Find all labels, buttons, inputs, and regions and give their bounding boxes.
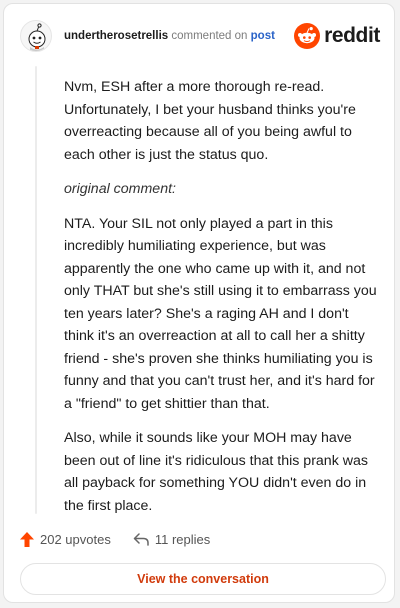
replies-stat[interactable]: 11 replies [133,532,210,547]
upvote-count: 202 upvotes [40,531,111,547]
post-link[interactable]: post [251,30,275,42]
comment-card: undertherosetrellis commented on post re… [3,3,395,603]
comment-paragraph: Nvm, ESH after a more thorough re-read. … [64,79,356,163]
reddit-logo-icon [294,23,321,49]
comment-stats: 202 upvotes 11 replies [20,528,210,550]
user-avatar-icon[interactable] [20,20,52,52]
comment-paragraph: Also, while it sounds like your MOH may … [64,430,368,514]
upvote-stat[interactable]: 202 upvotes [20,531,111,547]
reddit-logo[interactable]: reddit [294,22,380,50]
reply-count: 11 replies [154,531,211,547]
action-text: commented on [171,30,248,42]
upvote-arrow-icon [20,531,34,547]
view-conversation-button[interactable]: View the conversation [20,563,386,595]
username-link[interactable]: undertherosetrellis [64,30,168,42]
thread-line [35,66,37,514]
comment-paragraph: NTA. Your SIL not only played a part in … [64,215,377,412]
reddit-wordmark: reddit [324,24,380,47]
comment-header: undertherosetrellis commented on post re… [20,20,380,54]
reply-arrow-icon [133,532,149,546]
original-comment-label: original comment: [64,181,176,197]
comment-body: Nvm, ESH after a more thorough re-read. … [64,76,382,529]
comment-meta: undertherosetrellis commented on post [64,29,275,43]
